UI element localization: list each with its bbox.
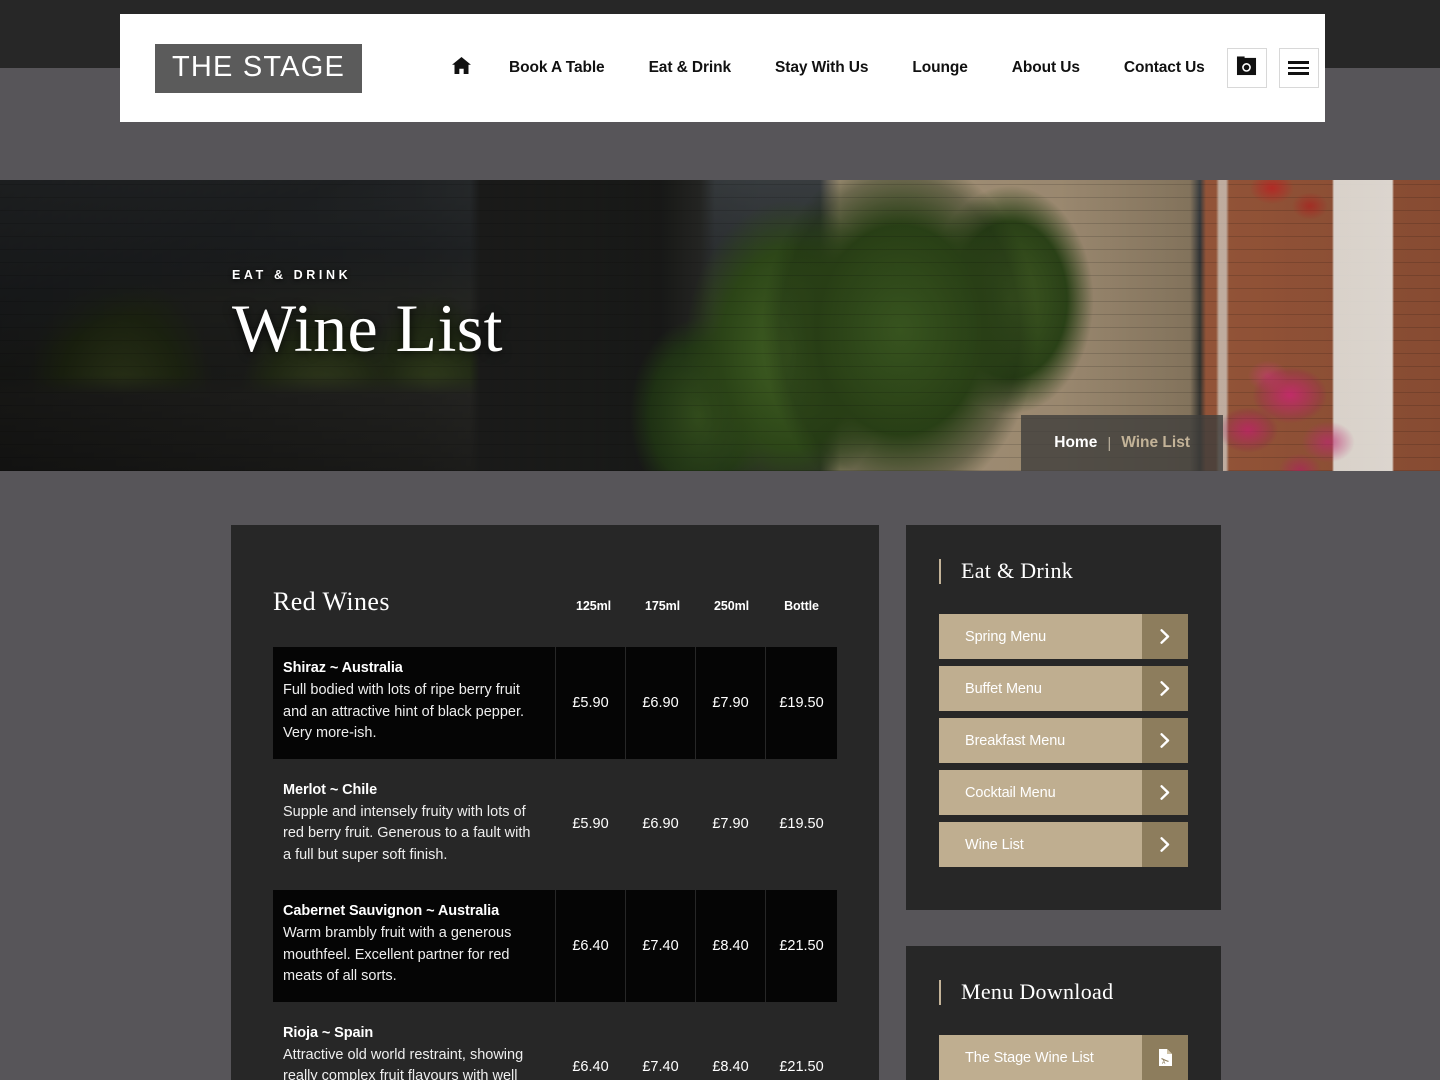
breadcrumb-home-link[interactable]: Home <box>1054 434 1097 452</box>
column-header-175ml: 175ml <box>645 599 680 613</box>
table-row: Cabernet Sauvignon ~ Australia Warm bram… <box>273 890 837 1002</box>
home-icon <box>452 57 471 74</box>
wine-name: Shiraz ~ Australia <box>283 660 403 676</box>
nav-item-about-us[interactable]: About Us <box>990 53 1102 83</box>
page-title: Wine List <box>232 290 503 366</box>
heading-accent-mark <box>939 558 941 584</box>
price-175ml: £7.40 <box>642 1059 679 1076</box>
wine-info: Merlot ~ Chile Supple and intensely frui… <box>273 769 555 881</box>
wine-name: Rioja ~ Spain <box>283 1024 374 1041</box>
price-125ml: £6.40 <box>572 1059 609 1076</box>
nav-item-book-a-table[interactable]: Book A Table <box>487 53 627 83</box>
main-navigation: Book A Table Eat & Drink Stay With Us Lo… <box>436 51 1227 85</box>
wine-description: Warm brambly fruit with a generous mouth… <box>283 925 512 984</box>
logo-text: THE STAGE <box>172 50 346 83</box>
price-125ml: £6.40 <box>556 890 625 1002</box>
wine-table-header: Red Wines 125ml 175ml 250ml Bottle <box>273 587 837 647</box>
table-row: Rioja ~ Spain Attractive old world restr… <box>273 1012 837 1080</box>
breadcrumb-separator: | <box>1107 434 1112 452</box>
header-actions <box>1226 48 1319 88</box>
nav-item-lounge[interactable]: Lounge <box>890 53 989 83</box>
wine-description: Attractive old world restraint, showing … <box>283 1046 524 1080</box>
download-item-label: The Stage Wine List <box>939 1035 1142 1080</box>
wine-info: Shiraz ~ Australia Full bodied with lots… <box>273 647 555 759</box>
hero-text-block: EAT & DRINK Wine List <box>232 268 503 365</box>
wine-name: Merlot ~ Chile <box>283 781 378 798</box>
price-125ml: £5.90 <box>556 647 625 759</box>
chevron-right-icon <box>1142 666 1188 711</box>
sidebar-item-label: Wine List <box>939 822 1142 867</box>
chevron-right-icon <box>1142 770 1188 815</box>
price-bottle: £19.50 <box>766 647 837 759</box>
price-175ml: £6.90 <box>642 816 679 833</box>
sidebar-item-label: Breakfast Menu <box>939 718 1142 763</box>
site-header: THE STAGE Book A Table Eat & Drink Stay … <box>120 14 1325 122</box>
chevron-right-icon <box>1142 614 1188 659</box>
hero-overlay <box>0 180 1440 471</box>
hero-banner: EAT & DRINK Wine List Home | Wine List <box>0 180 1440 471</box>
nav-item-contact-us[interactable]: Contact Us <box>1102 53 1227 83</box>
download-item-the-stage-wine-list[interactable]: The Stage Wine List A <box>939 1035 1188 1080</box>
price-250ml: £7.90 <box>712 816 749 833</box>
sidebar-item-buffet-menu[interactable]: Buffet Menu <box>939 666 1188 711</box>
wine-section-title: Red Wines <box>273 587 390 616</box>
price-bottle: £21.50 <box>779 1059 824 1076</box>
main-content: Red Wines 125ml 175ml 250ml Bottle Shira… <box>231 525 1221 1080</box>
breadcrumb-current: Wine List <box>1121 434 1190 451</box>
sidebar-item-label: Cocktail Menu <box>939 770 1142 815</box>
heading-accent-mark <box>939 979 941 1005</box>
wine-description: Supple and intensely fruity with lots of… <box>283 803 531 863</box>
price-250ml: £8.40 <box>712 1059 749 1076</box>
price-125ml: £5.90 <box>572 816 609 833</box>
column-header-125ml: 125ml <box>576 599 611 613</box>
price-bottle: £21.50 <box>766 890 837 1002</box>
sidebar-heading: Eat & Drink <box>939 558 1188 584</box>
wine-description: Full bodied with lots of ripe berry frui… <box>283 682 525 741</box>
hero-eyebrow: EAT & DRINK <box>232 268 352 282</box>
sidebar-block-menu-download: Menu Download The Stage Wine List A <box>906 946 1221 1080</box>
logo[interactable]: THE STAGE <box>155 43 363 93</box>
wine-info: Rioja ~ Spain Attractive old world restr… <box>273 1012 555 1080</box>
sidebar-heading: Menu Download <box>939 979 1188 1005</box>
wine-info: Cabernet Sauvignon ~ Australia Warm bram… <box>273 890 555 1002</box>
price-bottle: £19.50 <box>779 816 824 833</box>
column-header-bottle: Bottle <box>784 599 819 613</box>
sidebar-title-eat-and-drink: Eat & Drink <box>961 558 1074 583</box>
menu-button[interactable] <box>1278 48 1319 88</box>
sidebar-item-label: Spring Menu <box>939 614 1142 659</box>
price-175ml: £6.90 <box>626 647 695 759</box>
table-row: Merlot ~ Chile Supple and intensely frui… <box>273 769 837 881</box>
pdf-file-icon: A <box>1142 1035 1188 1080</box>
instagram-icon <box>1236 55 1257 81</box>
chevron-right-icon <box>1142 718 1188 763</box>
nav-item-stay-with-us[interactable]: Stay With Us <box>753 53 890 83</box>
sidebar-item-wine-list[interactable]: Wine List <box>939 822 1188 867</box>
hamburger-icon <box>1288 58 1310 78</box>
sidebar-item-cocktail-menu[interactable]: Cocktail Menu <box>939 770 1188 815</box>
wine-name: Cabernet Sauvignon ~ Australia <box>283 903 500 919</box>
price-175ml: £7.40 <box>626 890 695 1002</box>
breadcrumb: Home | Wine List <box>1021 415 1223 471</box>
nav-item-eat-and-drink[interactable]: Eat & Drink <box>627 53 753 83</box>
nav-item-home[interactable] <box>436 51 487 85</box>
column-header-250ml: 250ml <box>714 599 749 613</box>
sidebar: Eat & Drink Spring Menu Buffet Menu Brea… <box>906 525 1221 1080</box>
sidebar-item-label: Buffet Menu <box>939 666 1142 711</box>
price-250ml: £7.90 <box>696 647 765 759</box>
sidebar-title-menu-download: Menu Download <box>961 979 1114 1004</box>
instagram-button[interactable] <box>1226 48 1267 88</box>
wine-list-panel: Red Wines 125ml 175ml 250ml Bottle Shira… <box>231 525 879 1080</box>
chevron-right-icon <box>1142 822 1188 867</box>
sidebar-block-eat-and-drink: Eat & Drink Spring Menu Buffet Menu Brea… <box>906 525 1221 910</box>
sidebar-item-spring-menu[interactable]: Spring Menu <box>939 614 1188 659</box>
sidebar-item-breakfast-menu[interactable]: Breakfast Menu <box>939 718 1188 763</box>
price-250ml: £8.40 <box>696 890 765 1002</box>
table-row: Shiraz ~ Australia Full bodied with lots… <box>273 647 837 759</box>
